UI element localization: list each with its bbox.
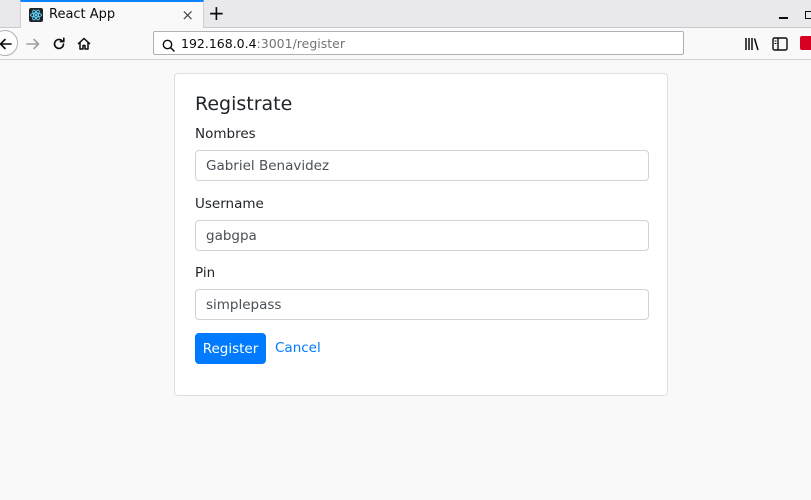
react-icon	[29, 8, 43, 22]
tab-strip: React App × +	[0, 0, 811, 28]
url-host: 192.168.0.4	[181, 36, 257, 51]
page-title: Registrate	[195, 93, 293, 115]
url-path: :3001/register	[256, 36, 345, 51]
register-button[interactable]: Register	[195, 333, 266, 364]
address-bar[interactable]: 192.168.0.4:3001/register	[153, 31, 684, 55]
arrow-right-icon[interactable]	[24, 33, 46, 55]
url-text: 192.168.0.4:3001/register	[181, 36, 345, 51]
cancel-link[interactable]: Cancel	[275, 340, 321, 356]
navigation-toolbar: 192.168.0.4:3001/register	[0, 28, 811, 60]
library-icon[interactable]	[744, 36, 760, 55]
search-icon	[162, 37, 175, 56]
home-icon[interactable]	[75, 33, 97, 55]
close-icon[interactable]: ×	[181, 6, 194, 24]
nombres-label: Nombres	[195, 126, 256, 142]
pin-input[interactable]	[195, 289, 649, 320]
maximize-icon[interactable]	[805, 11, 811, 19]
pin-label: Pin	[195, 265, 216, 281]
username-label: Username	[195, 196, 264, 212]
new-tab-button[interactable]: +	[208, 2, 225, 24]
username-input[interactable]	[195, 220, 649, 251]
browser-tab[interactable]: React App ×	[20, 0, 204, 28]
minimize-icon[interactable]	[779, 4, 791, 22]
register-card: Registrate Nombres Username Pin Register…	[174, 73, 668, 396]
arrow-left-icon[interactable]	[0, 30, 18, 56]
extension-icon[interactable]	[800, 36, 811, 50]
tab-title: React App	[49, 7, 116, 22]
nombres-input[interactable]	[195, 150, 649, 181]
reload-icon[interactable]	[50, 33, 72, 55]
sidebar-icon[interactable]	[772, 36, 788, 55]
